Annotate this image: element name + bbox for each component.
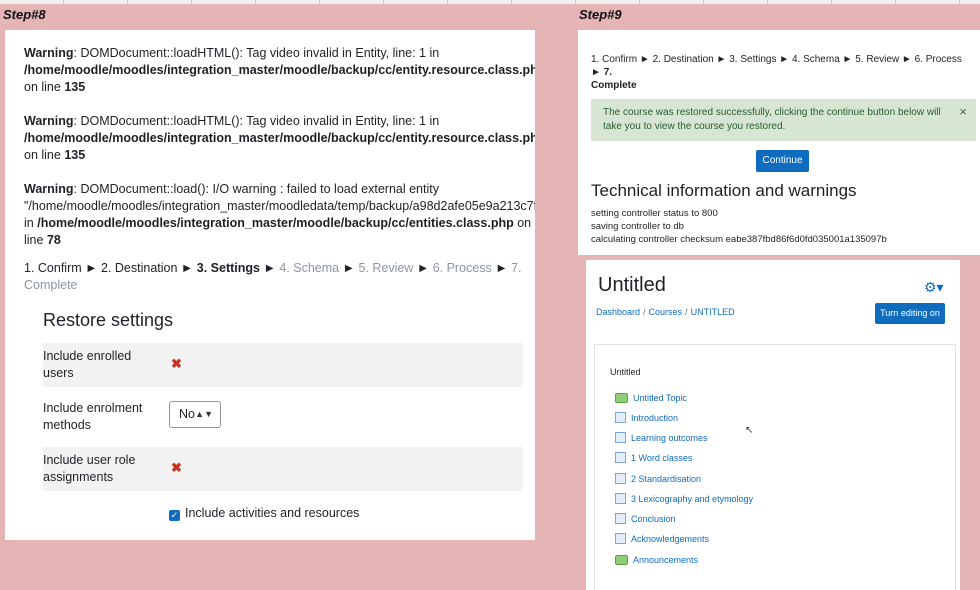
activity-introduction[interactable]: Introduction <box>615 411 678 425</box>
step8-label: Step#8 <box>3 7 46 22</box>
breadcrumb-courses[interactable]: Courses <box>649 307 683 317</box>
course-title: Untitled <box>598 274 666 296</box>
activity-announcements[interactable]: Announcements <box>615 553 698 567</box>
page-icon <box>615 452 626 463</box>
page-icon <box>615 493 626 504</box>
setting-enrolment-methods: Include enrolment methods No ▲▼ <box>43 395 523 439</box>
cross-icon: ✖ <box>171 460 182 475</box>
setting-enrolled-users: Include enrolled users ✖ <box>43 343 523 387</box>
activity-acknowledgements[interactable]: Acknowledgements <box>615 532 709 546</box>
select-arrows-icon: ▲▼ <box>195 409 213 419</box>
forum-icon <box>615 555 628 565</box>
turn-editing-on-button[interactable]: Turn editing on <box>875 303 945 324</box>
close-icon[interactable]: × <box>959 105 967 119</box>
activities-checkbox[interactable]: ✓ <box>169 510 180 521</box>
enrolment-methods-select[interactable]: No ▲▼ <box>169 401 221 428</box>
tech-line: setting controller status to 800 <box>591 208 718 219</box>
page-icon <box>615 513 626 524</box>
step9-label: Step#9 <box>579 7 622 22</box>
mouse-cursor-icon: ↖ <box>745 425 754 436</box>
tech-line: calculating controller checksum eabe387f… <box>591 234 887 245</box>
restore-progress-bar: 1. Confirm ► 2. Destination ► 3. Setting… <box>591 54 962 91</box>
activity-conclusion[interactable]: Conclusion <box>615 512 676 526</box>
page-icon <box>615 473 626 484</box>
page-icon <box>615 432 626 443</box>
step9-complete-panel: 1. Confirm ► 2. Destination ► 3. Setting… <box>578 30 980 255</box>
gear-icon[interactable]: ⚙▾ <box>924 279 944 296</box>
page-icon <box>615 412 626 423</box>
setting-label: Include user role assignments <box>43 453 136 484</box>
tech-line: saving controller to db <box>591 221 684 232</box>
breadcrumb-dashboard[interactable]: Dashboard <box>596 307 640 317</box>
section-title: Untitled <box>610 367 641 377</box>
restore-settings-heading: Restore settings <box>43 310 174 330</box>
activity-standardisation[interactable]: 2 Standardisation <box>615 472 701 486</box>
step8-panel: Warning: DOMDocument::loadHTML(): Tag vi… <box>5 30 535 540</box>
top-ruler <box>0 0 980 4</box>
breadcrumb: Dashboard / Courses / UNTITLED <box>596 307 735 317</box>
tech-info-heading: Technical information and warnings <box>591 181 857 200</box>
breadcrumb-untitled[interactable]: UNTITLED <box>691 307 735 317</box>
activity-learning-outcomes[interactable]: Learning outcomes <box>615 431 708 445</box>
activities-resources-option[interactable]: ✓ Include activities and resources <box>169 506 359 521</box>
cross-icon: ✖ <box>171 356 182 371</box>
warning-1: Warning: DOMDocument::loadHTML(): Tag vi… <box>24 46 535 94</box>
activity-untitled-topic[interactable]: Untitled Topic <box>615 391 687 405</box>
forum-icon <box>615 393 628 403</box>
warning-3: Warning: DOMDocument::load(): I/O warnin… <box>24 182 535 247</box>
current-step: 3. Settings <box>196 261 260 275</box>
restore-progress-bar: 1. Confirm ► 2. Destination ► 3. Setting… <box>24 261 522 292</box>
current-step: Complete <box>591 80 637 91</box>
continue-button[interactable]: Continue <box>756 150 809 172</box>
course-content: Untitled Untitled Topic Introduction Lea… <box>594 344 956 590</box>
course-page-panel: Untitled ⚙▾ Dashboard / Courses / UNTITLED T… <box>586 260 960 590</box>
warning-2: Warning: DOMDocument::loadHTML(): Tag vi… <box>24 114 535 162</box>
setting-user-role-assignments: Include user role assignments ✖ <box>43 447 523 491</box>
success-alert: The course was restored successfully, cl… <box>591 99 976 141</box>
activity-word-classes[interactable]: 1 Word classes <box>615 451 692 465</box>
setting-label: Include enrolment methods <box>43 401 143 432</box>
page-icon <box>615 533 626 544</box>
activity-lexicography[interactable]: 3 Lexicography and etymology <box>615 492 753 506</box>
setting-label: Include enrolled users <box>43 349 132 380</box>
